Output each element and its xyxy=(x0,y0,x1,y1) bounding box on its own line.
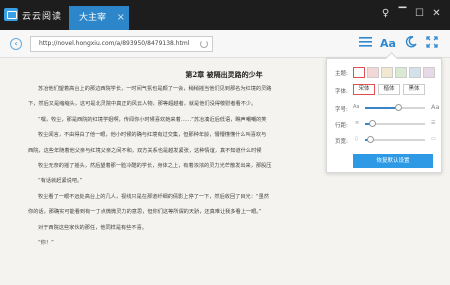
close-icon[interactable]: ✕ xyxy=(431,8,442,20)
back-button[interactable]: ‹ xyxy=(10,38,22,50)
page-width-slider[interactable] xyxy=(365,136,425,143)
theme-swatch-blue[interactable] xyxy=(409,67,421,78)
font-size-small-icon: Aa xyxy=(353,104,360,110)
app-name: 云云阅读 xyxy=(22,12,63,22)
title-bar: 云云阅读 大主宰 × ♀ ▔ ☐ ✕ xyxy=(0,0,450,30)
slider-knob[interactable] xyxy=(366,136,374,143)
font-option-songti[interactable]: 宋体 xyxy=(353,84,375,95)
paragraph: “有话就赶紧说吧。” xyxy=(38,178,83,185)
slider-knob[interactable] xyxy=(395,104,402,111)
font-option-heiti[interactable]: 黑体 xyxy=(403,84,425,95)
theme-swatch-green[interactable] xyxy=(395,67,407,78)
reset-defaults-button[interactable]: 恢复默认设置 xyxy=(353,154,433,168)
line-spacing-narrow-icon: ≡ xyxy=(355,120,360,126)
page-width-narrow-icon: ▯ xyxy=(355,136,358,142)
reading-settings-popup: 主题: 字体: 宋体 楷体 黑体 字号: Aa Aa 行距: ≡ ☰ 页宽: ▯… xyxy=(326,58,442,173)
line-spacing-slider[interactable] xyxy=(365,120,425,127)
page-width-wide-icon: ▭ xyxy=(431,136,436,142)
tab-label: 大主宰 xyxy=(79,13,107,23)
font-size-slider[interactable] xyxy=(365,104,425,111)
minimize-icon[interactable]: ▔ xyxy=(397,8,408,20)
line-spacing-wide-icon: ☰ xyxy=(431,120,436,126)
reload-icon[interactable] xyxy=(200,40,208,48)
list-icon[interactable] xyxy=(358,36,373,52)
skin-icon[interactable]: ♀ xyxy=(380,8,391,20)
reader-toolbar: Aa xyxy=(358,36,439,52)
paragraph: 你的话，那确实可能看到有一丁点微微灵力的意思，但你们这等所谓的天骄，还真难让我多… xyxy=(28,209,262,216)
line-spacing-label: 行距: xyxy=(335,123,348,129)
theme-label: 主题: xyxy=(335,71,348,77)
address-bar: ‹ http://novel.hongxiu.com/a/893950/8479… xyxy=(0,30,450,58)
slider-knob[interactable] xyxy=(369,120,377,127)
font-size-label: 字号: xyxy=(335,107,348,113)
theme-swatch-purple[interactable] xyxy=(423,67,435,78)
font-size-icon[interactable]: Aa xyxy=(379,36,397,52)
font-options: 宋体 楷体 黑体 xyxy=(353,84,425,95)
maximize-icon[interactable]: ☐ xyxy=(414,8,425,20)
theme-swatch-beige[interactable] xyxy=(381,67,393,78)
paragraph: 牧尘看了一眼不远处高台上的几人，视线只是在那道纤细的倩影上停了一下，然后收回了目… xyxy=(38,193,269,200)
paragraph: “你！” xyxy=(38,239,54,246)
font-label: 字体: xyxy=(335,89,348,95)
paragraph: 对于西院这些家伙的那任，他同样是有些不喜。 xyxy=(38,224,147,231)
font-option-kaiti[interactable]: 楷体 xyxy=(378,84,400,95)
night-mode-icon[interactable] xyxy=(403,36,418,52)
font-size-big-icon: Aa xyxy=(431,103,440,111)
theme-swatch-white[interactable] xyxy=(353,67,365,78)
app-logo-icon xyxy=(4,8,18,21)
url-field[interactable]: http://novel.hongxiu.com/a/893950/847913… xyxy=(30,36,213,52)
window-controls: ♀ ▔ ☐ ✕ xyxy=(380,8,442,20)
tab-close-icon[interactable]: × xyxy=(117,6,125,30)
page-width-label: 页宽: xyxy=(335,139,348,145)
theme-swatches xyxy=(353,67,435,78)
fullscreen-icon[interactable] xyxy=(424,36,439,52)
tab-novel[interactable]: 大主宰 × xyxy=(69,6,129,30)
theme-swatch-pink[interactable] xyxy=(367,67,379,78)
